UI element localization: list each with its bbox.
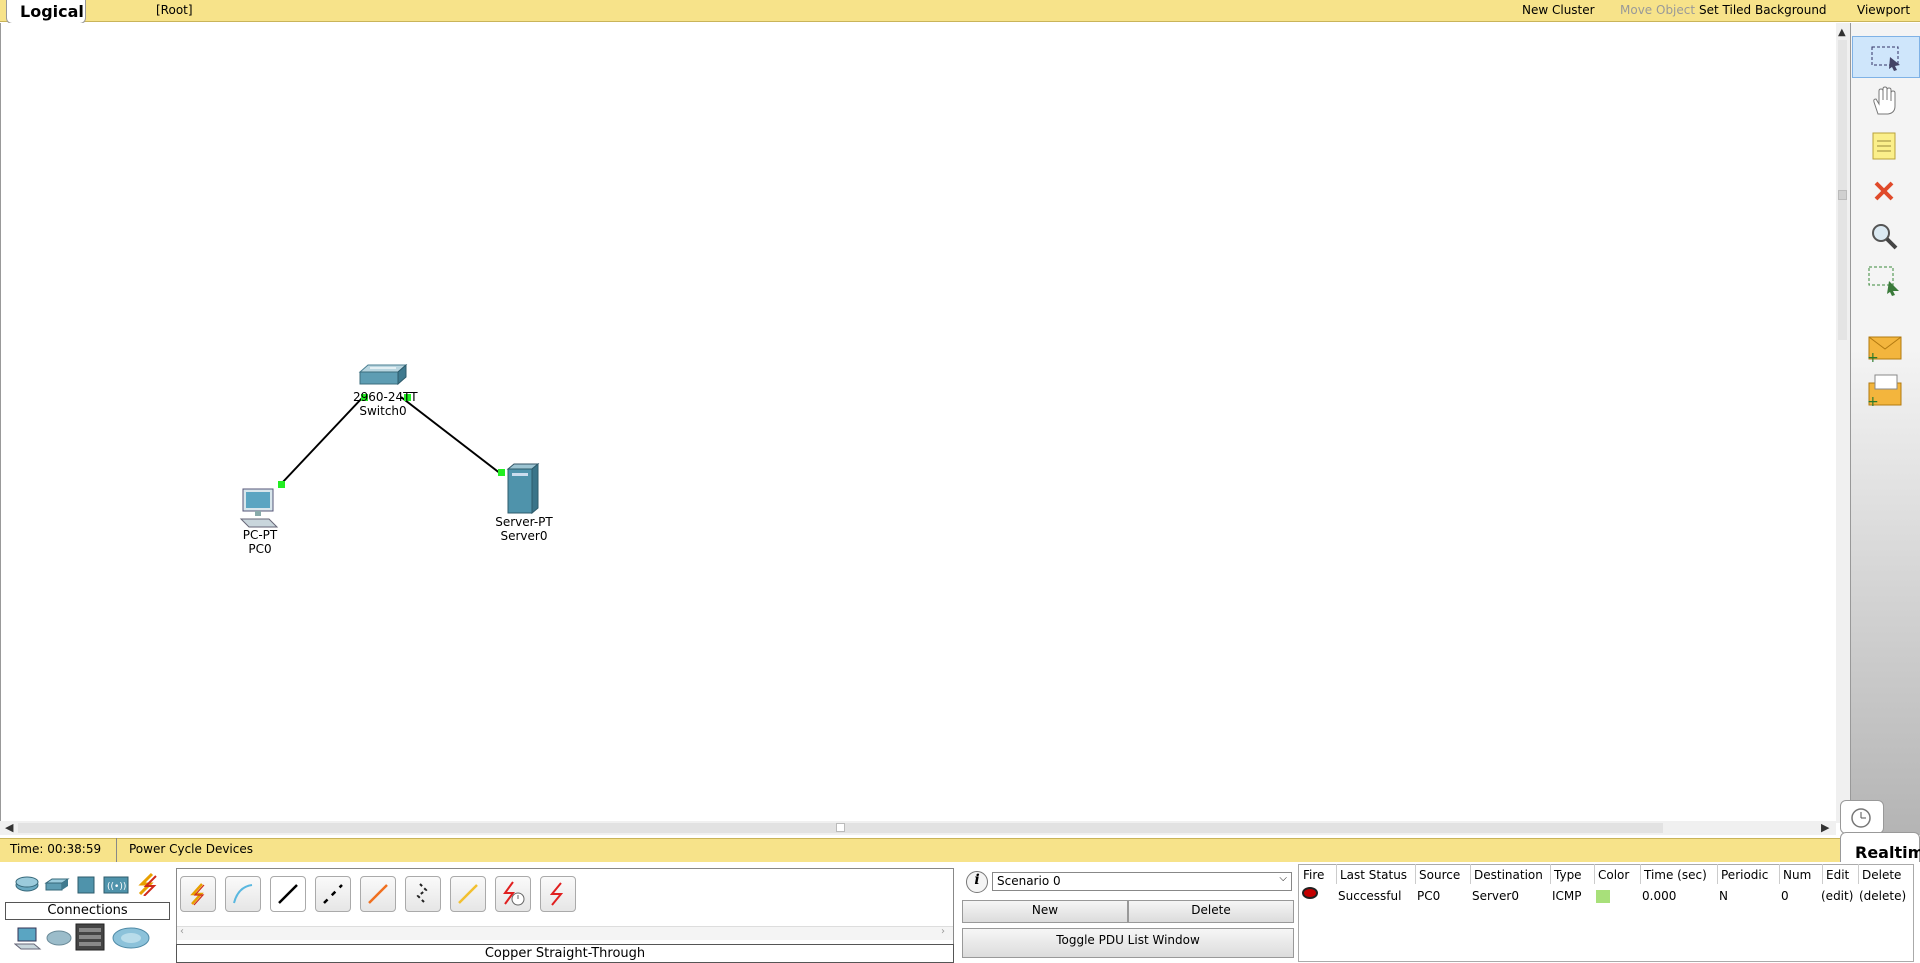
chevron-down-icon: ⌵ [1279,873,1287,884]
horizontal-scrollbar-thumb[interactable] [836,823,845,832]
column-header[interactable]: Delete [1862,868,1901,882]
switch-icon[interactable] [356,363,408,386]
info-icon[interactable]: i [966,871,988,893]
connections-icon[interactable] [134,872,160,899]
vertical-scrollbar-thumb[interactable] [1838,190,1847,200]
console-cable-icon[interactable] [225,876,261,912]
add-simple-pdu-icon[interactable]: + [1862,330,1906,366]
viewport-button[interactable]: Viewport [1857,3,1910,17]
new-cluster-button[interactable]: New Cluster [1522,3,1595,17]
device-category-label: Connections [5,902,170,920]
cable-panel-scrollbar[interactable] [177,926,953,940]
link-switch-server [400,396,502,475]
pc-icon[interactable] [239,487,281,531]
end-devices-icon[interactable] [44,878,70,895]
svg-text:+: + [1867,394,1879,407]
scenario-select-value: Scenario 0 [997,874,1061,888]
pdu-delete-link[interactable]: (delete) [1859,889,1906,903]
new-scenario-button[interactable]: New [962,900,1128,923]
power-cycle-button[interactable]: Power Cycle Devices [116,838,276,862]
scroll-right-icon[interactable]: ▶ [1821,821,1829,834]
tab-realtime-label: Realtime [1855,843,1920,862]
fiber-icon[interactable] [360,876,396,912]
serial-dce-icon[interactable] [495,876,531,912]
server-name-label: Server0 [500,529,548,543]
column-header[interactable]: Source [1419,868,1460,882]
pdu-destination: Server0 [1472,889,1519,903]
scroll-left-icon[interactable]: ◀ [5,821,13,834]
resize-select-icon[interactable] [1862,263,1906,299]
column-header[interactable]: Fire [1303,868,1324,882]
cloud-icon[interactable] [46,928,72,949]
tab-logical[interactable]: Logical [6,0,86,24]
copper-straight-through-icon[interactable] [270,876,306,912]
selected-cable-name: Copper Straight-Through [176,944,954,963]
switch-model-label: 2960-24TT [353,390,418,404]
rack-device-icon[interactable] [74,922,106,955]
logical-workspace[interactable]: 2960-24TT Switch0 PC-PT PC0 Server-PT Se… [0,23,1836,823]
pdu-source: PC0 [1417,889,1441,903]
tab-realtime[interactable]: Realtime [1840,832,1920,862]
components-icon[interactable] [76,875,96,898]
wireless-devices-icon[interactable]: ((•)) [103,875,129,898]
svg-text:((•)): ((•)) [107,882,126,892]
note-icon[interactable] [1862,128,1906,164]
pdu-type: ICMP [1552,889,1582,903]
delete-scenario-button[interactable]: Delete [1128,900,1294,923]
hand-icon[interactable] [1862,83,1906,119]
pc-model-label: PC-PT [242,528,278,542]
top-bar: [Root] New Cluster Move Object Set Tiled… [0,0,1920,22]
column-header[interactable]: Color [1598,868,1629,882]
column-header[interactable]: Num [1783,868,1811,882]
column-header[interactable]: Time (sec) [1644,868,1707,882]
column-header[interactable]: Edit [1826,868,1849,882]
server-icon[interactable] [504,462,542,515]
pc-name-label: PC0 [248,542,272,556]
pdu-num: 0 [1781,889,1789,903]
coaxial-icon[interactable] [450,876,486,912]
column-header[interactable]: Type [1554,868,1582,882]
fire-indicator-icon[interactable] [1302,887,1318,899]
inspect-icon[interactable] [1862,218,1906,254]
multiuser-cloud-icon[interactable] [112,926,150,953]
column-header[interactable]: Destination [1474,868,1543,882]
link-switch-pc [280,396,364,485]
serial-dte-icon[interactable] [540,876,576,912]
status-bar [0,838,1920,862]
add-complex-pdu-icon[interactable]: + [1862,372,1906,408]
realtime-clock-icon[interactable] [1840,800,1884,834]
scroll-right-icon[interactable]: › [941,926,945,937]
scroll-left-icon[interactable]: ‹ [180,926,184,937]
scenario-select[interactable]: Scenario 0 ⌵ [992,872,1292,891]
phone-cable-icon[interactable] [405,876,441,912]
pdu-edit-link[interactable]: (edit) [1821,889,1853,903]
auto-cable-icon[interactable] [180,876,216,912]
move-object-button[interactable]: Move Object [1620,3,1695,17]
time-display: Time: 00:38:59 [10,842,102,856]
tab-logical-label: Logical [20,2,84,21]
select-icon[interactable] [1852,36,1920,78]
pdu-color-swatch [1596,890,1610,903]
breadcrumb[interactable]: [Root] [156,3,193,17]
set-tiled-background-button[interactable]: Set Tiled Background [1699,3,1827,17]
server-model-label: Server-PT [495,515,553,529]
toggle-pdu-list-button[interactable]: Toggle PDU List Window [962,928,1294,958]
copper-cross-over-icon[interactable] [315,876,351,912]
pc-icon[interactable] [13,926,42,953]
pdu-last-status: Successful [1338,889,1402,903]
pdu-periodic: N [1719,889,1728,903]
column-header[interactable]: Periodic [1721,868,1768,882]
column-header[interactable]: Last Status [1340,868,1407,882]
svg-text:+: + [1867,350,1879,363]
switch-name-label: Switch0 [359,404,407,418]
delete-icon[interactable] [1862,173,1906,209]
pdu-time: 0.000 [1642,889,1677,903]
scroll-up-icon[interactable]: ▲ [1838,27,1846,38]
network-devices-icon[interactable] [14,875,40,896]
